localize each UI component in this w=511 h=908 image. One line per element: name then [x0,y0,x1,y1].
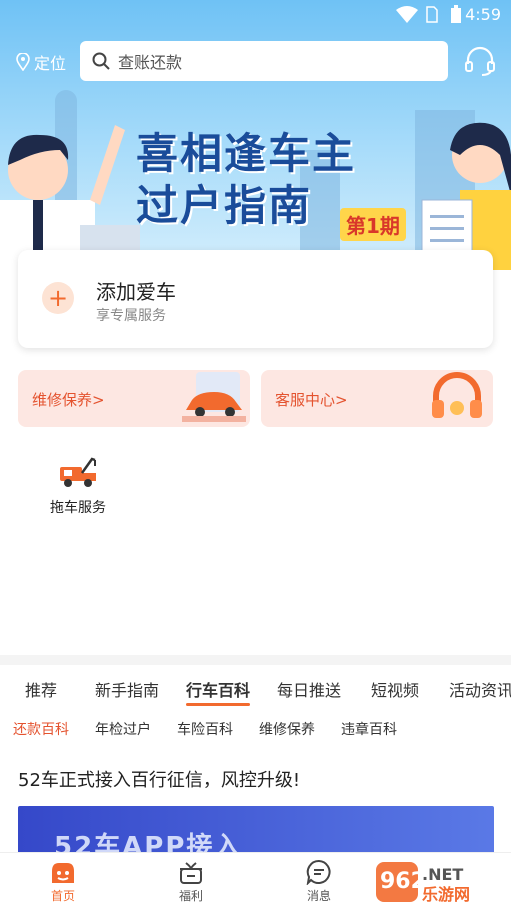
category-tabs: 推荐 新手指南 行车百科 每日推送 短视频 活动资讯 [0,670,511,706]
home-icon [52,863,74,883]
banner-badge: 第1期 [340,208,406,241]
status-time: 4:59 [465,5,501,24]
tabbar-home[interactable]: 首页 [33,859,93,904]
add-car-subtitle: 享专属服务 [96,308,166,324]
location-button[interactable]: 定位 [16,50,66,74]
headset-icon[interactable] [463,44,497,78]
location-label: 定位 [34,54,67,73]
subtab-violation-wiki[interactable]: 违章百科 [341,719,397,739]
headphones-icon [432,372,482,418]
site-watermark-logo: 962 .NET 乐游网 [376,862,470,904]
status-bar: 4:59 [0,0,511,30]
tabbar-welfare[interactable]: 福利 [161,859,221,904]
plus-icon: + [42,282,74,314]
tab-activity-news[interactable]: 活动资讯 [449,677,511,701]
tabbar-messages-label: 消息 [306,889,331,903]
subtab-repayment-wiki[interactable]: 还款百科 [13,719,69,739]
section-divider [0,655,511,665]
add-car-title: 添加爱车 [96,280,176,304]
tow-service-label: 拖车服务 [50,500,106,516]
gift-icon [180,862,202,884]
tab-daily-push[interactable]: 每日推送 [277,677,341,701]
add-car-card[interactable]: + 添加爱车 享专属服务 [18,250,493,348]
wifi-icon [396,6,418,23]
tow-truck-icon [60,457,96,487]
tabbar-messages[interactable]: 消息 [289,859,349,904]
banner-title: 喜相逢车主 过户指南 [136,128,356,232]
customer-service-label: 客服中心> [275,391,348,409]
svg-text:.NET: .NET [422,865,463,884]
tab-driving-wiki[interactable]: 行车百科 [186,677,250,701]
subtab-inspection-transfer[interactable]: 年检过户 [95,719,151,739]
active-tab-indicator [186,703,250,706]
sim-icon [426,6,438,23]
banner-woman-illustration [421,122,511,270]
search-placeholder: 查账还款 [118,53,183,72]
tab-recommend[interactable]: 推荐 [25,677,57,701]
location-pin-icon [16,53,30,71]
tab-beginner-guide[interactable]: 新手指南 [95,677,159,701]
sub-category-tabs: 还款百科 年检过户 车险百科 维修保养 违章百科 [0,716,511,740]
tabbar-welfare-label: 福利 [178,889,203,903]
message-icon [306,859,331,885]
maintenance-label: 维修保养> [32,391,105,409]
subtab-maintenance[interactable]: 维修保养 [259,719,315,739]
banner-title-line1: 喜相逢车主 [136,129,357,178]
banner-man-illustration [0,125,140,270]
article-cover-image[interactable]: 52车APP接入 [18,806,494,856]
tabbar-home-label: 首页 [50,889,75,903]
subtab-insurance-wiki[interactable]: 车险百科 [177,719,233,739]
car-showcase-icon [182,372,246,422]
search-icon [92,52,110,70]
customer-service-card[interactable]: 客服中心> [261,370,493,427]
maintenance-card[interactable]: 维修保养> [18,370,250,427]
tab-short-video[interactable]: 短视频 [371,677,419,701]
svg-text:962: 962 [380,869,426,894]
search-input[interactable]: 查账还款 [80,41,448,81]
tow-service-entry[interactable]: 拖车服务 [40,455,116,517]
banner-title-line2: 过户指南 [136,181,313,230]
article-title[interactable]: 52车正式接入百行征信，风控升级! [18,766,300,792]
svg-text:乐游网: 乐游网 [422,885,470,904]
battery-icon [451,5,461,23]
